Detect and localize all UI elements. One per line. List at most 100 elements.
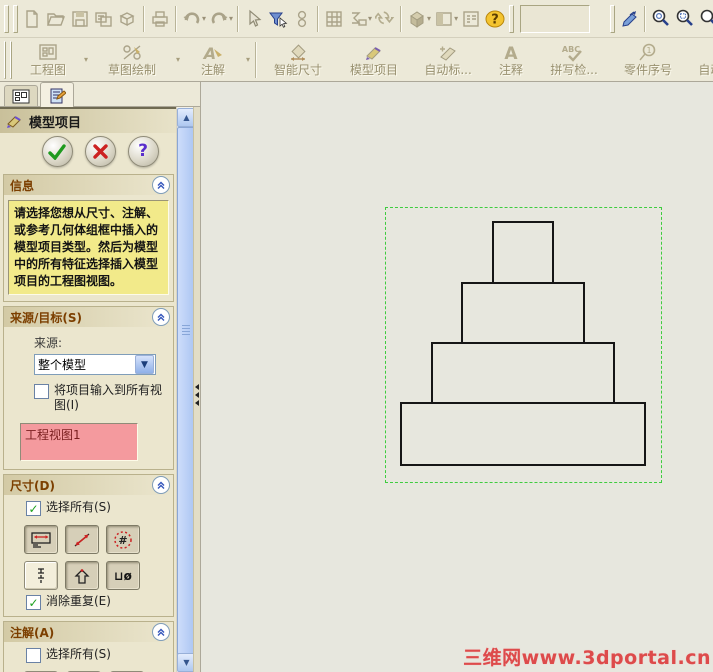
drawing-sheet[interactable]: 三维网www.3dportal.cn bbox=[200, 82, 713, 672]
group-dimensions-header[interactable]: 尺寸(D) bbox=[4, 475, 173, 495]
svg-text:?: ? bbox=[491, 12, 499, 27]
cmd-balloon[interactable]: 1 零件序号 bbox=[610, 38, 686, 81]
zoom-inout-button[interactable] bbox=[697, 7, 713, 31]
chevron-down-icon[interactable]: ▼ bbox=[135, 355, 154, 374]
cmd-label: 注释 bbox=[499, 63, 524, 77]
separator bbox=[237, 5, 240, 32]
eliminate-duplicates-row[interactable]: ✓ 消除重复(E) bbox=[26, 594, 169, 610]
cmd-autoballoon[interactable]: 1 自动零... bbox=[686, 38, 713, 81]
shaded-view-button[interactable] bbox=[405, 7, 429, 31]
import-all-views-row[interactable]: 将项目输入到所有视图(I) bbox=[34, 383, 169, 413]
not-marked-for-drawing-button[interactable] bbox=[65, 525, 99, 554]
toolbar-grip[interactable] bbox=[4, 4, 9, 33]
property-manager-tab[interactable] bbox=[40, 82, 74, 107]
shaded-view-dropdown-caret[interactable]: ▾ bbox=[427, 14, 431, 23]
sketch-grid-button[interactable] bbox=[322, 7, 346, 31]
options-button[interactable] bbox=[459, 7, 483, 31]
cancel-button[interactable] bbox=[84, 136, 116, 167]
cmd-model-items[interactable]: 模型项目 bbox=[336, 38, 412, 81]
help-round-button[interactable]: ? bbox=[127, 136, 159, 167]
panel-scrollbar[interactable]: ▲ ▼ bbox=[176, 107, 196, 672]
marked-for-drawing-button[interactable] bbox=[24, 525, 58, 554]
cmd-note[interactable]: A 注释 bbox=[484, 38, 538, 81]
toolbar-grip[interactable] bbox=[13, 4, 18, 33]
selection-filter-button[interactable] bbox=[266, 7, 290, 31]
sheet-format-tab-icon bbox=[12, 89, 30, 103]
collapse-chevron-icon[interactable] bbox=[152, 623, 170, 641]
collapse-chevron-icon[interactable] bbox=[152, 308, 170, 326]
help-question-icon: ? bbox=[138, 141, 148, 161]
save-icon bbox=[72, 10, 88, 27]
print-icon bbox=[152, 10, 168, 27]
group-annotations-header[interactable]: 注解(A) bbox=[4, 622, 173, 642]
collapse-chevron-icon[interactable] bbox=[152, 176, 170, 194]
zoom-fit-button[interactable] bbox=[649, 7, 673, 31]
dim-select-all-checkbox[interactable]: ✓ bbox=[26, 501, 41, 516]
panel-content: 信息 请选择您想从尺寸、注解、或参考几何体组框中插入的模型项目类型。然后为模型中… bbox=[0, 174, 177, 672]
cmd-sketch-caret[interactable]: ▾ bbox=[176, 55, 180, 64]
group-info-header[interactable]: 信息 bbox=[4, 175, 173, 195]
undo-dropdown-caret[interactable]: ▾ bbox=[202, 14, 206, 23]
group-annotations: 注解(A) 选择所有(S) A bbox=[3, 621, 174, 672]
rebuild-button[interactable] bbox=[373, 7, 397, 31]
view-orientation-button[interactable] bbox=[617, 7, 641, 31]
eliminate-duplicates-checkbox[interactable]: ✓ bbox=[26, 595, 41, 610]
cmd-spellcheck[interactable]: ABC 拼写检... bbox=[538, 38, 610, 81]
help-button[interactable]: ? bbox=[483, 7, 507, 31]
make-assembly-button[interactable] bbox=[116, 7, 140, 31]
model-items-icon bbox=[366, 47, 381, 60]
cmd-drawing[interactable]: 工程图 bbox=[14, 38, 82, 81]
undo-button[interactable] bbox=[180, 7, 204, 31]
print-button[interactable] bbox=[148, 7, 172, 31]
autodimension-icon bbox=[440, 46, 456, 61]
cmd-label: 自动零... bbox=[698, 63, 713, 77]
open-button[interactable] bbox=[44, 7, 68, 31]
pyramid-tier-1[interactable] bbox=[492, 221, 554, 284]
svg-text:1: 1 bbox=[647, 46, 652, 55]
toolbar-grip[interactable] bbox=[10, 40, 12, 79]
pyramid-tier-3[interactable] bbox=[431, 342, 615, 404]
target-view-box[interactable]: 工程视图1 bbox=[20, 423, 138, 461]
zoom-area-button[interactable] bbox=[673, 7, 697, 31]
group-source-header[interactable]: 来源/目标(S) bbox=[4, 307, 173, 327]
select-button[interactable] bbox=[242, 7, 266, 31]
redo-button[interactable] bbox=[207, 7, 231, 31]
cmd-annotation-caret[interactable]: ▾ bbox=[246, 55, 250, 64]
display-pane-button[interactable] bbox=[432, 7, 456, 31]
hole-wizard-locations-button[interactable] bbox=[24, 561, 58, 590]
options-list-icon bbox=[463, 10, 479, 27]
new-document-button[interactable] bbox=[20, 7, 44, 31]
toolbar-grip[interactable] bbox=[610, 4, 615, 33]
pyramid-tier-4[interactable] bbox=[400, 402, 646, 466]
cmd-drawing-caret[interactable]: ▾ bbox=[84, 55, 88, 64]
import-all-views-checkbox[interactable] bbox=[34, 384, 49, 399]
ok-button[interactable] bbox=[41, 136, 73, 167]
redo-icon bbox=[211, 11, 228, 24]
panel-splitter[interactable] bbox=[193, 107, 200, 672]
cmd-annotation[interactable]: A 注解 bbox=[182, 38, 244, 81]
cmd-autodimension[interactable]: 自动标... bbox=[412, 38, 484, 81]
redo-dropdown-caret[interactable]: ▾ bbox=[229, 14, 233, 23]
hole-callout-button[interactable]: ⊔ø bbox=[106, 561, 140, 590]
ann-select-all-row[interactable]: 选择所有(S) bbox=[26, 647, 169, 663]
ann-select-all-checkbox[interactable] bbox=[26, 648, 41, 663]
toggle-selection-filter-button[interactable] bbox=[290, 7, 314, 31]
cmd-sketch[interactable]: 草图绘制 bbox=[90, 38, 174, 81]
dim-select-all-row[interactable]: ✓ 选择所有(S) bbox=[26, 500, 169, 516]
sheet-format-tab[interactable] bbox=[4, 85, 38, 106]
new-document-icon bbox=[26, 9, 38, 28]
source-dropdown[interactable]: 整个模型 ▼ bbox=[34, 354, 156, 375]
toolbar-grip[interactable] bbox=[4, 40, 6, 79]
hole-wizard-profiles-button[interactable] bbox=[65, 561, 99, 590]
equations-button[interactable] bbox=[346, 7, 370, 31]
save-button[interactable] bbox=[68, 7, 92, 31]
equations-dropdown-caret[interactable]: ▾ bbox=[368, 14, 372, 23]
source-label: 来源: bbox=[34, 336, 63, 350]
make-drawing-button[interactable] bbox=[92, 7, 116, 31]
pyramid-tier-2[interactable] bbox=[461, 282, 585, 344]
display-pane-dropdown-caret[interactable]: ▾ bbox=[454, 14, 458, 23]
cmd-smart-dimension[interactable]: 智能尺寸 bbox=[260, 38, 336, 81]
toolbar-grip[interactable] bbox=[509, 4, 515, 33]
collapse-chevron-icon[interactable] bbox=[152, 476, 170, 494]
instance-count-button[interactable]: # bbox=[106, 525, 140, 554]
